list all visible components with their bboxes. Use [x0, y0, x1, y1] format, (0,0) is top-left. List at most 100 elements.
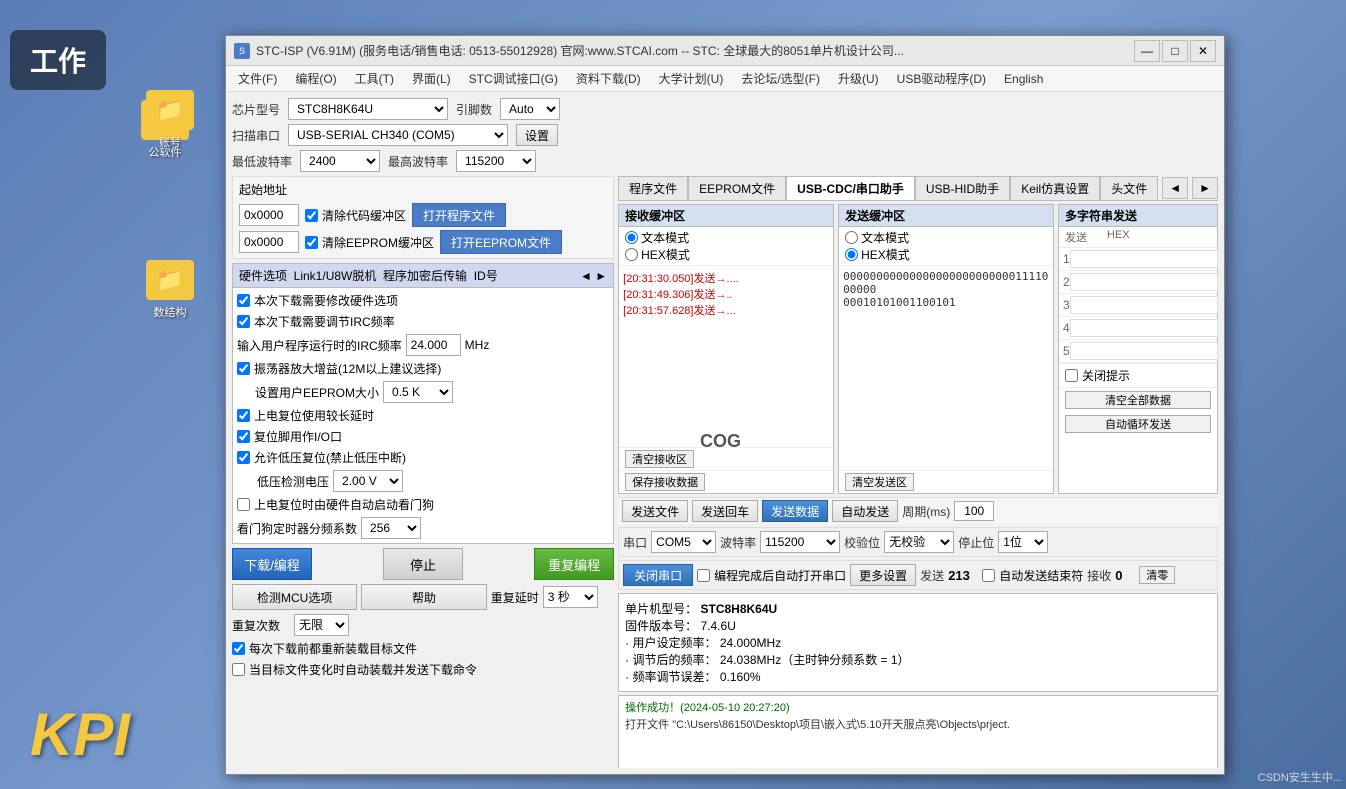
minimize-button[interactable]: — — [1134, 40, 1160, 62]
parity-label: 校验位 — [844, 534, 880, 551]
period-input[interactable] — [954, 501, 994, 521]
close-hint-check[interactable] — [1065, 369, 1078, 382]
irc-freq-input[interactable] — [406, 334, 461, 356]
send-hex-mode[interactable]: HEX模式 — [845, 246, 1047, 263]
max-baud-select[interactable]: 115200 — [456, 150, 536, 172]
clear-eeprom-label: 清除EEPROM缓冲区 — [322, 234, 434, 251]
clear-all-btn[interactable]: 清空全部数据 — [1065, 391, 1211, 409]
tab-header[interactable]: 头文件 — [1100, 176, 1158, 200]
multi-input-2[interactable] — [1070, 273, 1218, 291]
clear-send-btn[interactable]: 清空发送区 — [845, 473, 914, 491]
send-data-textarea[interactable]: 000000000000000000000000001111000000 000… — [839, 266, 1053, 470]
addr1-input[interactable] — [239, 204, 299, 226]
tab-keil[interactable]: Keil仿真设置 — [1010, 176, 1100, 200]
eeprom-size-select[interactable]: 0.5 K — [383, 381, 453, 403]
send-count: 213 — [948, 568, 978, 583]
menu-interface[interactable]: 界面(L) — [404, 67, 459, 90]
tab-eeprom-file[interactable]: EEPROM文件 — [688, 176, 786, 200]
stop-select[interactable]: 1位 — [998, 531, 1048, 553]
reload-check[interactable]: 每次下载前都重新装载目标文件 — [232, 640, 614, 657]
hw-option-1[interactable]: 本次下载需要修改硬件选项 — [237, 292, 609, 309]
stop-btn[interactable]: 停止 — [383, 548, 463, 580]
hw-arrow-left[interactable]: ◄ — [580, 269, 592, 283]
auto-end-check[interactable]: 自动发送结束符 — [982, 567, 1083, 584]
menu-bar: 文件(F) 编程(O) 工具(T) 界面(L) STC调试接口(G) 资料下载(… — [226, 66, 1224, 92]
tab-program-file[interactable]: 程序文件 — [618, 176, 688, 200]
scan-select[interactable]: USB-SERIAL CH340 (COM5) — [288, 124, 508, 146]
menu-file[interactable]: 文件(F) — [230, 67, 285, 90]
repeat-delay-select[interactable]: 3 秒 — [543, 586, 598, 608]
menu-university[interactable]: 大学计划(U) — [651, 67, 732, 90]
recv-hex-mode[interactable]: HEX模式 — [625, 246, 827, 263]
recv-text-mode[interactable]: 文本模式 — [625, 229, 827, 246]
save-recv-btn[interactable]: 保存接收数据 — [625, 473, 705, 491]
menu-upgrade[interactable]: 升级(U) — [830, 67, 887, 90]
min-baud-select[interactable]: 2400 — [300, 150, 380, 172]
desktop-icon-data[interactable]: 📁 数结构 — [135, 100, 205, 320]
clear-code-check[interactable]: 清除代码缓冲区 — [305, 207, 406, 224]
chip-model-line: 单片机型号： STC8H8K64U — [625, 600, 1211, 617]
addr-row-2: 清除EEPROM缓冲区 打开EEPROM文件 — [239, 230, 607, 254]
clear-recv-btn[interactable]: 清空接收区 — [625, 450, 694, 468]
multi-row-5: 5 — [1059, 340, 1217, 363]
addr2-input[interactable] — [239, 231, 299, 253]
menu-download[interactable]: 资料下载(D) — [568, 67, 649, 90]
send-file-btn[interactable]: 发送文件 — [622, 500, 688, 522]
hw-option-2[interactable]: 本次下载需要调节IRC频率 — [237, 313, 609, 330]
hw-option-4[interactable]: 振荡器放大增益(12M以上建议选择) — [237, 360, 609, 377]
send-text-mode[interactable]: 文本模式 — [845, 229, 1047, 246]
open-eeprom-btn[interactable]: 打开EEPROM文件 — [440, 230, 562, 254]
multi-input-5[interactable] — [1070, 342, 1218, 360]
reprogram-btn[interactable]: 重复编程 — [534, 548, 614, 580]
open-close-btn[interactable]: 关闭串口 — [623, 564, 693, 586]
download-btn[interactable]: 下载/编程 — [232, 548, 312, 580]
send-data-btn[interactable]: 发送数据 — [762, 500, 828, 522]
hw-option-6[interactable]: 上电复位使用较长延时 — [237, 407, 609, 424]
more-settings-btn[interactable]: 更多设置 — [850, 564, 916, 586]
menu-forum[interactable]: 去论坛/选型(F) — [733, 67, 828, 90]
parity-select[interactable]: 无校验 — [884, 531, 954, 553]
chip-select[interactable]: STC8H8K64U — [288, 98, 448, 120]
send-controls-row: 发送文件 发送回车 发送数据 自动发送 周期(ms) — [618, 497, 1218, 524]
tab-arrow-right[interactable]: ► — [1192, 177, 1218, 199]
help-btn[interactable]: 帮助 — [361, 584, 486, 610]
send-return-btn[interactable]: 发送回车 — [692, 500, 758, 522]
hw-option-8[interactable]: 允许低压复位(禁止低压中断) — [237, 449, 609, 466]
hw-option-7[interactable]: 复位脚用作I/O口 — [237, 428, 609, 445]
detect-mcu-btn[interactable]: 检测MCU选项 — [232, 584, 357, 610]
voltage-select[interactable]: 2.00 V — [333, 470, 403, 492]
auto-send-btn[interactable]: 自动发送 — [832, 500, 898, 522]
auto-loop-btn[interactable]: 自动循环发送 — [1065, 415, 1211, 433]
hw-option-10[interactable]: 上电复位时由硬件自动启动看门狗 — [237, 496, 609, 513]
clear-count-btn[interactable]: 清零 — [1139, 566, 1175, 584]
multi-input-1[interactable] — [1070, 250, 1218, 268]
menu-usb-driver[interactable]: USB驱动程序(D) — [889, 67, 994, 90]
tab-usb-hid[interactable]: USB-HID助手 — [915, 176, 1010, 200]
send-mode-area: 文本模式 HEX模式 — [839, 227, 1053, 266]
tab-usb-cdc[interactable]: USB-CDC/串口助手 — [786, 176, 915, 200]
multi-input-3[interactable] — [1070, 296, 1218, 314]
clear-eeprom-check[interactable]: 清除EEPROM缓冲区 — [305, 234, 434, 251]
baud-select[interactable]: 115200 — [760, 531, 840, 553]
menu-stc-debug[interactable]: STC调试接口(G) — [461, 67, 566, 90]
open-prog-btn[interactable]: 打开程序文件 — [412, 203, 506, 227]
hw-arrow-right[interactable]: ► — [595, 269, 607, 283]
multi-input-4[interactable] — [1070, 319, 1218, 337]
repeat-count-select[interactable]: 无限 — [294, 614, 349, 636]
tab-arrow-left[interactable]: ◄ — [1162, 177, 1188, 199]
watchdog-div-select[interactable]: 256 — [361, 517, 421, 539]
multi-row-2: 2 — [1059, 271, 1217, 294]
close-button[interactable]: ✕ — [1190, 40, 1216, 62]
menu-program[interactable]: 编程(O) — [287, 67, 344, 90]
menu-english[interactable]: English — [996, 69, 1051, 89]
scan-settings-btn[interactable]: 设置 — [516, 124, 558, 146]
scan-label: 扫描串口 — [232, 127, 280, 144]
send-panel: 发送缓冲区 文本模式 HEX模式 — [838, 204, 1054, 494]
auto-open-check[interactable]: 编程完成后自动打开串口 — [697, 567, 846, 584]
maximize-button[interactable]: □ — [1162, 40, 1188, 62]
port-select[interactable]: COM5 — [651, 531, 716, 553]
pin-select[interactable]: Auto — [500, 98, 560, 120]
auto-open-label: 编程完成后自动打开串口 — [714, 567, 846, 584]
menu-tools[interactable]: 工具(T) — [347, 67, 402, 90]
auto-send-check[interactable]: 当目标文件变化时自动装载并发送下载命令 — [232, 661, 614, 678]
